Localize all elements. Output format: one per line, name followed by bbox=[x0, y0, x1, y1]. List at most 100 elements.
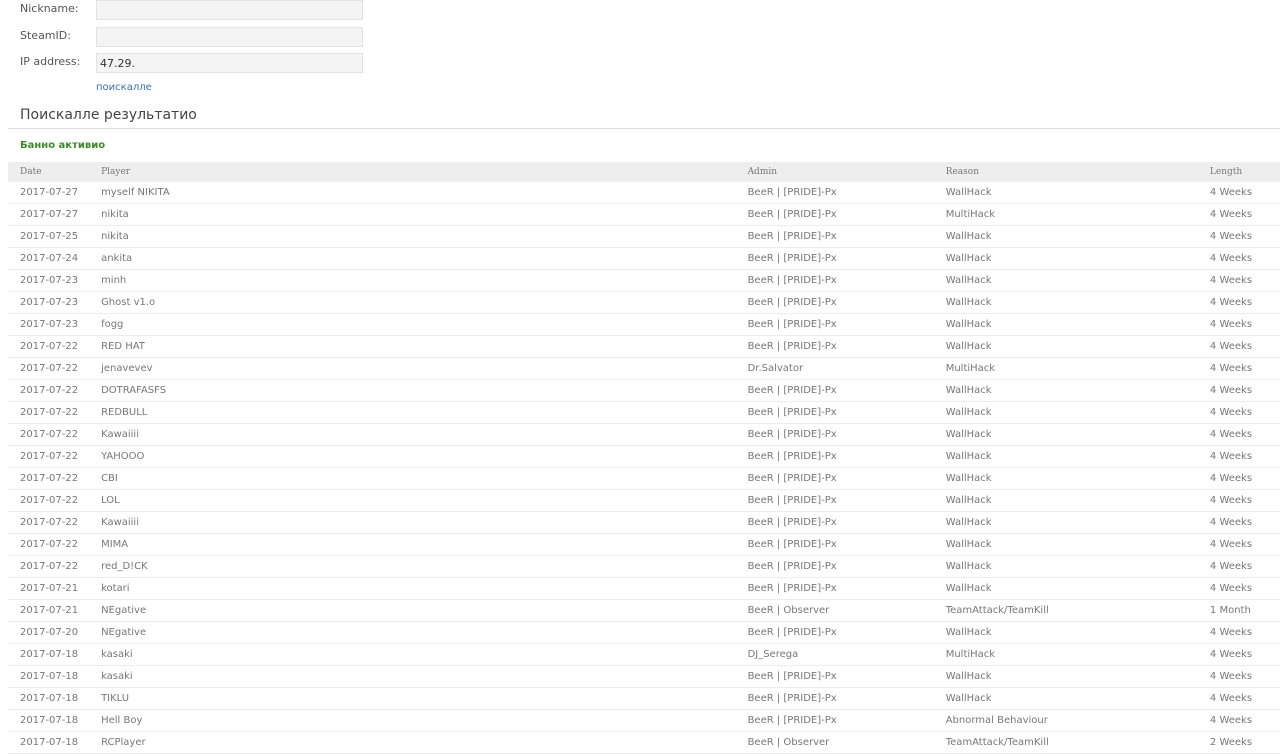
table-row[interactable]: 2017-07-22 LOL BeeR | [PRIDE]-Px WallHack 4 … bbox=[8, 489, 1280, 512]
ban-length: 4 Weeks bbox=[1209, 467, 1280, 490]
ban-date: 2017-07-23 bbox=[8, 313, 102, 336]
ban-length: 4 Weeks bbox=[1209, 687, 1280, 710]
steamid-label: SteamID: bbox=[20, 29, 71, 42]
ban-admin: BeeR | [PRIDE]-Px bbox=[747, 555, 946, 578]
ban-reason: WallHack bbox=[945, 291, 1210, 314]
table-row[interactable]: 2017-07-25 nikita BeeR | [PRIDE]-Px WallHac… bbox=[8, 225, 1280, 248]
ban-admin: BeeR | [PRIDE]-Px bbox=[747, 577, 946, 600]
ip-row: IP address: bbox=[0, 53, 380, 75]
ban-admin: BeeR | [PRIDE]-Px bbox=[747, 269, 946, 292]
ban-date: 2017-07-21 bbox=[8, 577, 102, 600]
ban-date: 2017-07-22 bbox=[8, 423, 102, 446]
ban-length: 1 Month bbox=[1209, 599, 1280, 622]
table-row[interactable]: 2017-07-22 jenavevev Dr.Salvator MultiHack 4… bbox=[8, 357, 1280, 380]
ban-player: Hell Boy bbox=[101, 709, 748, 732]
table-row[interactable]: 2017-07-21 kotari BeeR | [PRIDE]-Px WallHac… bbox=[8, 577, 1280, 600]
ban-reason: MultiHack bbox=[945, 643, 1210, 666]
table-row[interactable]: 2017-07-18 RCPlayer BeeR | Observer TeamAtt… bbox=[8, 731, 1280, 754]
table-row[interactable]: 2017-07-23 fogg BeeR | [PRIDE]-Px WallHack 4… bbox=[8, 313, 1280, 336]
ban-date: 2017-07-18 bbox=[8, 665, 102, 688]
table-row[interactable]: 2017-07-18 Hell Boy BeeR | [PRIDE]-Px Abnor… bbox=[8, 709, 1280, 732]
ban-reason: WallHack bbox=[945, 335, 1210, 358]
ban-admin: BeeR | [PRIDE]-Px bbox=[747, 335, 946, 358]
ban-player: fogg bbox=[101, 313, 748, 336]
table-row[interactable]: 2017-07-22 MIMA BeeR | [PRIDE]-Px WallHack 4… bbox=[8, 533, 1280, 556]
ban-player: kasaki bbox=[101, 643, 748, 666]
ban-length: 4 Weeks bbox=[1209, 643, 1280, 666]
ban-admin: BeeR | [PRIDE]-Px bbox=[747, 687, 946, 710]
ban-reason: WallHack bbox=[945, 555, 1210, 578]
ban-reason: WallHack bbox=[945, 182, 1210, 204]
ban-player: RED HAT bbox=[101, 335, 748, 358]
ban-length: 2 Weeks bbox=[1209, 731, 1280, 754]
ban-reason: WallHack bbox=[945, 687, 1210, 710]
table-row[interactable]: 2017-07-21 NEgative BeeR | Observer TeamAtt… bbox=[8, 599, 1280, 622]
table-row[interactable]: 2017-07-22 RED HAT BeeR | [PRIDE]-Px WallHa… bbox=[8, 335, 1280, 358]
ban-reason: TeamAttack/TeamKill bbox=[945, 731, 1210, 754]
ban-length: 4 Weeks bbox=[1209, 269, 1280, 292]
ban-length: 4 Weeks bbox=[1209, 401, 1280, 424]
ban-date: 2017-07-25 bbox=[8, 225, 102, 248]
ban-length: 4 Weeks bbox=[1209, 423, 1280, 446]
table-row[interactable]: 2017-07-20 NEgative BeeR | [PRIDE]-Px WallH… bbox=[8, 621, 1280, 644]
ban-length: 4 Weeks bbox=[1209, 291, 1280, 314]
ban-admin: BeeR | [PRIDE]-Px bbox=[747, 182, 946, 204]
ban-reason: WallHack bbox=[945, 665, 1210, 688]
nickname-input[interactable] bbox=[96, 0, 363, 20]
ban-player: Ghost v1.o bbox=[101, 291, 748, 314]
table-row[interactable]: 2017-07-22 CBI BeeR | [PRIDE]-Px WallHack 4 … bbox=[8, 467, 1280, 490]
table-row[interactable]: 2017-07-22 red_D!CK BeeR | [PRIDE]-Px WallH… bbox=[8, 555, 1280, 578]
ban-date: 2017-07-18 bbox=[8, 643, 102, 666]
ban-length: 4 Weeks bbox=[1209, 357, 1280, 380]
ban-date: 2017-07-27 bbox=[8, 203, 102, 226]
ban-admin: BeeR | [PRIDE]-Px bbox=[747, 511, 946, 534]
steamid-input[interactable] bbox=[96, 27, 363, 47]
ban-admin: BeeR | Observer bbox=[747, 599, 946, 622]
ban-player: minh bbox=[101, 269, 748, 292]
bans-active-status: Банно активио bbox=[20, 140, 106, 151]
ban-reason: WallHack bbox=[945, 467, 1210, 490]
ban-search-page: Nickname: SteamID: IP address: поискалле… bbox=[0, 0, 1280, 756]
table-row[interactable]: 2017-07-27 nikita BeeR | [PRIDE]-Px MultiHa… bbox=[8, 203, 1280, 226]
table-row[interactable]: 2017-07-22 Kawaiiii BeeR | [PRIDE]-Px WallH… bbox=[8, 511, 1280, 534]
ban-length: 4 Weeks bbox=[1209, 533, 1280, 556]
table-row[interactable]: 2017-07-18 kasaki DJ_Serega MultiHack 4 Week… bbox=[8, 643, 1280, 666]
ban-date: 2017-07-23 bbox=[8, 269, 102, 292]
ban-player: Kawaiiii bbox=[101, 423, 748, 446]
table-row[interactable]: 2017-07-22 Kawaiiii BeeR | [PRIDE]-Px WallH… bbox=[8, 423, 1280, 446]
table-row[interactable]: 2017-07-23 minh BeeR | [PRIDE]-Px WallHack 4… bbox=[8, 269, 1280, 292]
table-row[interactable]: 2017-07-24 ankita BeeR | [PRIDE]-Px WallHac… bbox=[8, 247, 1280, 270]
ban-reason: WallHack bbox=[945, 247, 1210, 270]
ban-admin: DJ_Serega bbox=[747, 643, 946, 666]
table-row[interactable]: 2017-07-18 TIKLU BeeR | [PRIDE]-Px WallHack… bbox=[8, 687, 1280, 710]
table-row[interactable]: 2017-07-22 YAHOOO BeeR | [PRIDE]-Px WallHac… bbox=[8, 445, 1280, 468]
ban-admin: BeeR | [PRIDE]-Px bbox=[747, 291, 946, 314]
ban-length: 4 Weeks bbox=[1209, 225, 1280, 248]
ban-player: kasaki bbox=[101, 665, 748, 688]
ban-reason: WallHack bbox=[945, 225, 1210, 248]
ban-reason: WallHack bbox=[945, 423, 1210, 446]
table-row[interactable]: 2017-07-22 REDBULL BeeR | [PRIDE]-Px WallHa… bbox=[8, 401, 1280, 424]
table-row[interactable]: 2017-07-22 DOTRAFASFS BeeR | [PRIDE]-Px Wal… bbox=[8, 379, 1280, 402]
ban-reason: Abnormal Behaviour bbox=[945, 709, 1210, 732]
ban-admin: BeeR | [PRIDE]-Px bbox=[747, 621, 946, 644]
ip-address-input[interactable] bbox=[96, 53, 363, 73]
search-link[interactable]: поискалле bbox=[96, 82, 152, 93]
ban-date: 2017-07-22 bbox=[8, 379, 102, 402]
bans-table: Date Player Admin Reason Length 2017-07-… bbox=[8, 162, 1280, 754]
table-row[interactable]: 2017-07-27 myself NIKITA BeeR | [PRIDE]-Px… bbox=[8, 182, 1280, 204]
ban-player: myself NIKITA bbox=[101, 182, 748, 204]
nickname-label: Nickname: bbox=[20, 2, 79, 15]
ban-admin: BeeR | Observer bbox=[747, 731, 946, 754]
ban-reason: MultiHack bbox=[945, 203, 1210, 226]
ban-date: 2017-07-18 bbox=[8, 731, 102, 754]
table-header-row: Date Player Admin Reason Length bbox=[8, 162, 1280, 182]
ban-date: 2017-07-22 bbox=[8, 489, 102, 512]
ban-reason: WallHack bbox=[945, 511, 1210, 534]
table-row[interactable]: 2017-07-23 Ghost v1.o BeeR | [PRIDE]-Px Wal… bbox=[8, 291, 1280, 314]
ban-reason: WallHack bbox=[945, 489, 1210, 512]
ban-admin: BeeR | [PRIDE]-Px bbox=[747, 423, 946, 446]
table-row[interactable]: 2017-07-18 kasaki BeeR | [PRIDE]-Px WallHac… bbox=[8, 665, 1280, 688]
ban-admin: BeeR | [PRIDE]-Px bbox=[747, 533, 946, 556]
ban-player: TIKLU bbox=[101, 687, 748, 710]
